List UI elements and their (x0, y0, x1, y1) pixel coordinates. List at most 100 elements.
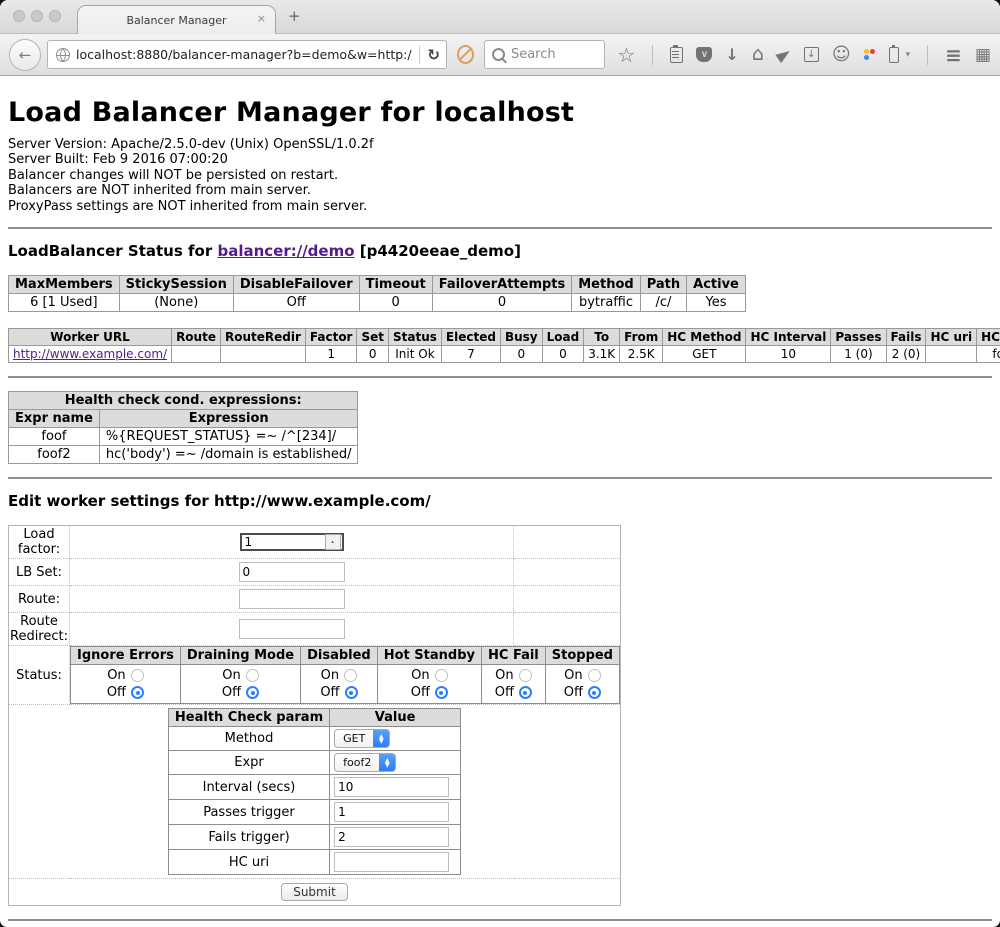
site-identity-globe-icon (56, 48, 70, 62)
close-window-button[interactable] (13, 10, 25, 22)
dot (870, 49, 875, 54)
server-info-line: ProxyPass settings are NOT inherited fro… (8, 199, 992, 214)
divider (8, 477, 992, 479)
downloads-icon[interactable]: ↓ (725, 47, 738, 63)
param-value-cell (330, 800, 461, 825)
colored-dots-extension-icon[interactable] (864, 49, 876, 60)
server-info-line: Server Version: Apache/2.5.0-dev (Unix) … (8, 137, 992, 152)
status-radio-cell: OnOff (545, 665, 619, 704)
reading-list-icon[interactable] (670, 47, 683, 63)
column-header: Passes (831, 329, 886, 346)
radio-line: Off (382, 684, 477, 701)
param-input[interactable] (334, 827, 449, 847)
radio-on[interactable] (344, 669, 357, 682)
search-input[interactable]: Search (484, 40, 606, 69)
radio-off[interactable] (435, 686, 448, 699)
column-header: MaxMembers (9, 276, 120, 294)
table-header-row: MaxMembersStickySessionDisableFailoverTi… (9, 276, 746, 294)
field-label: Load factor: (9, 526, 70, 559)
blocked-content-icon[interactable] (457, 45, 474, 64)
radio-label: On (107, 667, 125, 684)
radio-off[interactable] (519, 686, 532, 699)
send-tab-icon[interactable] (775, 46, 792, 62)
radio-off[interactable] (588, 686, 601, 699)
worker-url-link[interactable]: http://www.example.com/ (13, 347, 167, 361)
zoom-window-button[interactable] (49, 10, 61, 22)
emoji-extension-icon[interactable]: ☺ (832, 46, 851, 64)
minimize-window-button[interactable] (31, 10, 43, 22)
radio-off[interactable] (345, 686, 358, 699)
column-header: Method (572, 276, 640, 294)
radio-off[interactable] (246, 686, 259, 699)
column-header: Load (542, 329, 584, 346)
bookmark-star-icon[interactable]: ☆ (617, 45, 635, 65)
expr-name-cell: foof (9, 428, 100, 446)
battery-extension-icon[interactable] (889, 47, 899, 63)
edit-worker-form: Load factor:1▴LB Set:Route:Route Redirec… (8, 525, 621, 906)
server-info-line: Balancer changes will NOT be persisted o… (8, 168, 992, 183)
cell: Init Ok (389, 346, 442, 363)
column-header: Fails (886, 329, 926, 346)
param-value-cell: GET▲▼ (330, 727, 461, 751)
radio-on[interactable] (519, 669, 532, 682)
cell: foof2 (977, 346, 1000, 363)
number-value: 1 (242, 535, 325, 549)
param-input[interactable] (334, 777, 449, 797)
back-button[interactable]: ← (9, 39, 41, 71)
radio-label: On (495, 667, 513, 684)
field-label: LB Set: (9, 559, 70, 586)
radio-on[interactable] (588, 669, 601, 682)
radio-off[interactable] (131, 686, 144, 699)
submit-button[interactable]: Submit (281, 883, 348, 901)
text-field[interactable] (239, 562, 345, 582)
tab-close-icon[interactable]: × (257, 12, 266, 25)
health-check-param-table: Health Check paramValueMethodGET▲▼Exprfo… (168, 708, 461, 875)
cell: bytraffic (572, 294, 640, 312)
grid-extension-icon[interactable]: ▦ (975, 45, 991, 65)
url-text[interactable]: localhost:8880/balancer-manager?b=demo&w… (76, 47, 412, 62)
load-factor-stepper[interactable]: 1▴ (240, 533, 344, 551)
cell (926, 346, 977, 363)
radio-line: On (305, 667, 373, 684)
text-field[interactable] (239, 619, 345, 639)
number-spinner[interactable]: ▴ (325, 534, 341, 550)
status-column-header: Stopped (545, 647, 619, 665)
cell: /c/ (640, 294, 686, 312)
health-param-row: HC uri (168, 850, 460, 875)
radio-line: Off (550, 684, 615, 701)
url-bar[interactable]: localhost:8880/balancer-manager?b=demo&w… (47, 40, 447, 69)
text-field[interactable] (239, 589, 345, 609)
save-to-device-icon[interactable]: ↓ (804, 47, 819, 62)
status-column-header: HC Fail (482, 647, 546, 665)
reload-icon[interactable]: ↻ (427, 46, 440, 64)
status-radio-cell: OnOff (71, 665, 181, 704)
radio-on[interactable] (435, 669, 448, 682)
cell: 0 (542, 346, 584, 363)
status-header-row: Ignore ErrorsDraining ModeDisabledHot St… (71, 647, 620, 665)
select-stepper-icon: ▲▼ (379, 754, 395, 771)
status-radio-cell: OnOff (301, 665, 378, 704)
status-column-header: Draining Mode (180, 647, 300, 665)
param-select[interactable]: GET▲▼ (334, 729, 390, 748)
menu-hamburger-icon[interactable]: ≡ (945, 43, 962, 67)
radio-on[interactable] (246, 669, 259, 682)
home-icon[interactable]: ⌂ (752, 45, 764, 64)
search-icon (492, 48, 505, 61)
column-header: From (620, 329, 663, 346)
param-select[interactable]: foof2▲▼ (334, 753, 396, 772)
search-placeholder: Search (511, 47, 556, 62)
new-tab-button[interactable]: + (288, 7, 301, 25)
balancer-demo-link[interactable]: balancer://demo (217, 242, 354, 260)
param-input[interactable] (334, 852, 449, 872)
status-row: Status: Ignore ErrorsDraining ModeDisabl… (9, 646, 621, 705)
cell: (None) (119, 294, 233, 312)
param-label: Interval (secs) (168, 775, 329, 800)
cell (220, 346, 305, 363)
balancer-status-table: MaxMembersStickySessionDisableFailoverTi… (8, 275, 746, 312)
pocket-icon[interactable]: ∨ (696, 47, 712, 62)
radio-on[interactable] (131, 669, 144, 682)
radio-label: On (411, 667, 429, 684)
tab-balancer-manager[interactable]: Balancer Manager × (77, 5, 276, 34)
param-input[interactable] (334, 802, 449, 822)
chevron-down-icon[interactable]: ▾ (906, 50, 911, 60)
